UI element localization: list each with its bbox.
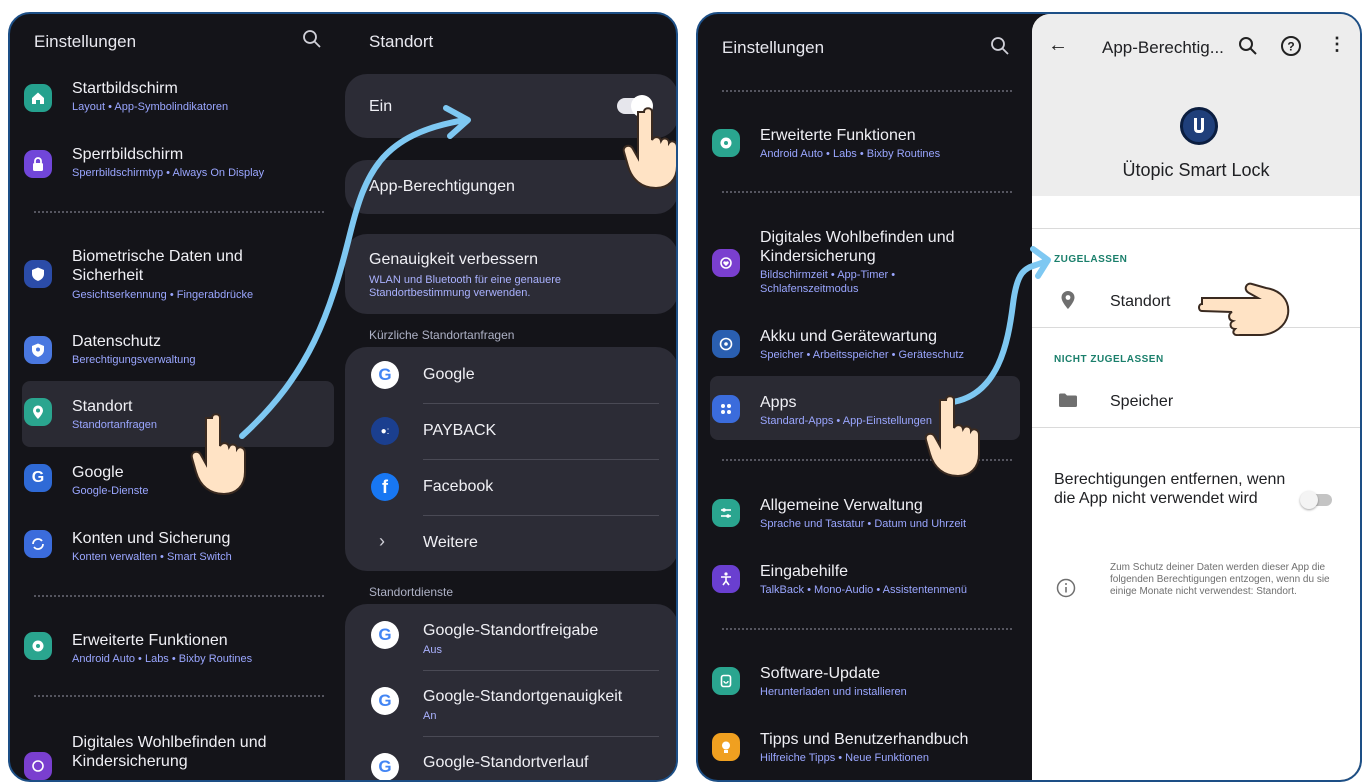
- pointing-hand-icon: [1198, 282, 1290, 336]
- pointing-hand-icon: [622, 107, 676, 190]
- arrow-overlay: [239, 105, 471, 439]
- pointing-hand-icon: [924, 395, 980, 478]
- right-phone-screenshot: Einstellungen Erweiterte Funktionen Andr…: [696, 12, 1362, 782]
- pointing-hand-icon: [190, 413, 246, 496]
- arrow-overlay: [950, 246, 1051, 405]
- left-phone-screenshot: Einstellungen Startbildschirm Layout • A…: [8, 12, 678, 782]
